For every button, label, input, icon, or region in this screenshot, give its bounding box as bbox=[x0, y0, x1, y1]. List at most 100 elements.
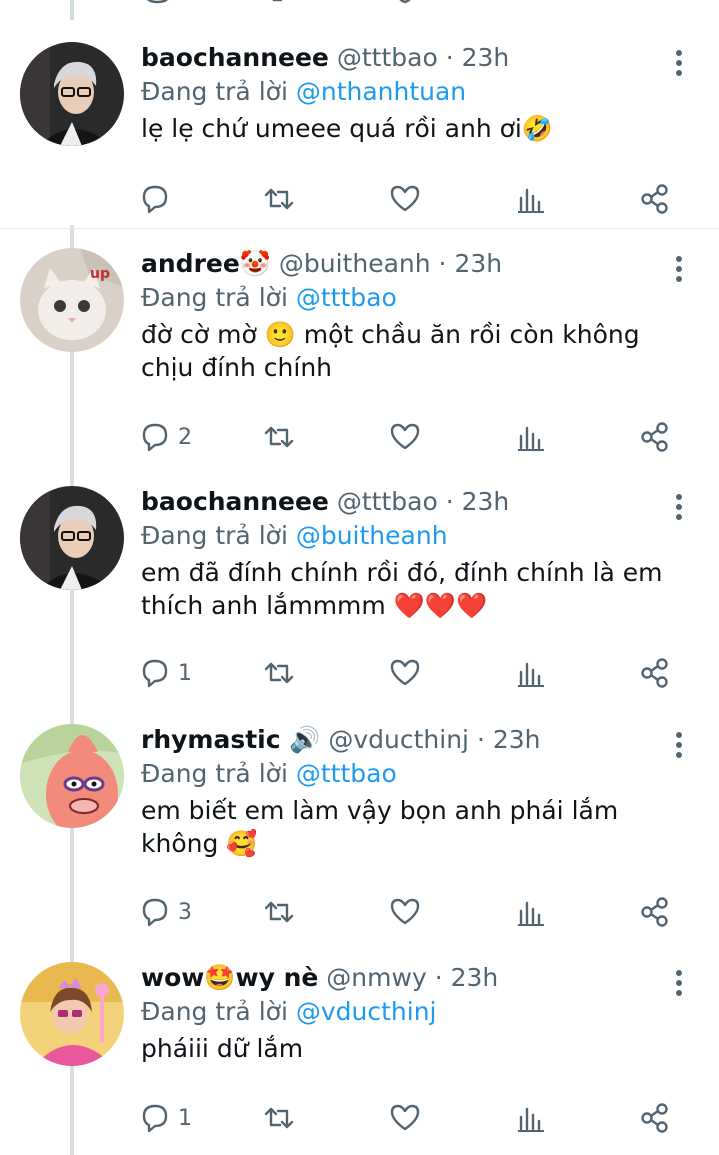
share-button[interactable] bbox=[638, 1098, 672, 1138]
more-icon[interactable] bbox=[667, 48, 691, 78]
views-icon[interactable] bbox=[516, 0, 550, 8]
handle[interactable]: @vducthinj bbox=[328, 725, 469, 754]
timestamp[interactable]: 23h bbox=[451, 963, 499, 992]
tweet-header: rhymastic 🔊 @vducthinj · 23h bbox=[141, 724, 701, 756]
like-button[interactable] bbox=[388, 892, 422, 932]
reply-icon bbox=[142, 423, 168, 452]
tweet[interactable]: wow🤩wy nè @nmwy · 23h Đang trả lời @vduc… bbox=[0, 962, 719, 1152]
replying-prefix: Đang trả lời bbox=[141, 521, 288, 550]
share-button[interactable] bbox=[638, 179, 672, 219]
tweet-text: em đã đính chính rồi đó, đính chính là e… bbox=[141, 558, 671, 620]
views-button[interactable] bbox=[514, 1098, 548, 1138]
separator: · bbox=[434, 963, 443, 992]
heart-icon bbox=[390, 659, 420, 686]
retweet-button[interactable] bbox=[262, 892, 296, 932]
views-button[interactable] bbox=[514, 892, 548, 932]
reply-feed: baochanneee @tttbao · 23h Đang trả lời @… bbox=[0, 0, 719, 1155]
avatar[interactable] bbox=[20, 486, 124, 590]
replying-to: Đang trả lời @tttbao bbox=[141, 756, 701, 792]
avatar[interactable] bbox=[20, 962, 124, 1066]
share-button[interactable] bbox=[638, 653, 672, 693]
replying-to: Đang trả lời @tttbao bbox=[141, 280, 701, 316]
retweet-button[interactable] bbox=[262, 1098, 296, 1138]
timestamp[interactable]: 23h bbox=[462, 487, 510, 516]
share-button[interactable] bbox=[638, 417, 672, 457]
tweet-text: đờ cờ mờ 🙂 một chầu ăn rồi còn không chị… bbox=[141, 320, 648, 382]
like-button[interactable] bbox=[388, 179, 422, 219]
display-name[interactable]: wow🤩wy nè bbox=[141, 963, 318, 992]
separator: · bbox=[445, 43, 454, 72]
views-button[interactable] bbox=[514, 653, 548, 693]
reply-button[interactable]: 2 bbox=[138, 417, 192, 457]
share-icon[interactable] bbox=[640, 0, 674, 8]
display-name[interactable]: baochanneee bbox=[141, 43, 329, 72]
tweet-actions: 1 bbox=[120, 1098, 700, 1138]
more-icon[interactable] bbox=[667, 492, 691, 522]
reply-icon bbox=[142, 898, 168, 927]
reply-count: 2 bbox=[178, 424, 192, 450]
tweet-actions bbox=[120, 179, 700, 219]
retweet-icon[interactable] bbox=[268, 0, 302, 8]
mention-link[interactable]: @vducthinj bbox=[296, 997, 437, 1026]
replying-prefix: Đang trả lời bbox=[141, 77, 288, 106]
avatar-baochanneee bbox=[20, 42, 124, 146]
like-button[interactable] bbox=[388, 653, 422, 693]
more-icon[interactable] bbox=[667, 254, 691, 284]
tweet[interactable]: baochanneee @tttbao · 23h Đang trả lời @… bbox=[0, 42, 719, 228]
reply-button[interactable] bbox=[138, 179, 178, 219]
timestamp[interactable]: 23h bbox=[454, 249, 502, 278]
handle[interactable]: @nmwy bbox=[326, 963, 426, 992]
heart-icon bbox=[390, 185, 420, 212]
reply-button[interactable]: 3 bbox=[138, 892, 192, 932]
like-button[interactable] bbox=[388, 1098, 422, 1138]
display-name[interactable]: rhymastic 🔊 bbox=[141, 725, 320, 754]
previous-tweet-actions bbox=[0, 0, 719, 8]
avatar-rhymastic bbox=[20, 724, 124, 828]
reply-count: 1 bbox=[178, 1105, 192, 1131]
views-icon bbox=[518, 901, 544, 926]
avatar[interactable]: up bbox=[20, 248, 124, 352]
mention-link[interactable]: @tttbao bbox=[296, 759, 397, 788]
reply-icon bbox=[142, 659, 168, 688]
timestamp[interactable]: 23h bbox=[462, 43, 510, 72]
more-icon[interactable] bbox=[667, 730, 691, 760]
retweet-icon bbox=[264, 426, 294, 448]
reply-button[interactable]: 1 bbox=[138, 653, 192, 693]
reply-button[interactable]: 1 bbox=[138, 1098, 192, 1138]
heart-icon bbox=[390, 423, 420, 450]
handle[interactable]: @tttbao bbox=[337, 43, 438, 72]
heart-icon bbox=[390, 898, 420, 925]
tweet[interactable]: rhymastic 🔊 @vducthinj · 23h Đang trả lờ… bbox=[0, 724, 719, 944]
handle[interactable]: @tttbao bbox=[337, 487, 438, 516]
replying-to: Đang trả lời @nthanhtuan bbox=[141, 74, 701, 110]
heart-icon[interactable] bbox=[388, 0, 422, 8]
avatar[interactable] bbox=[20, 724, 124, 828]
views-button[interactable] bbox=[514, 417, 548, 457]
retweet-button[interactable] bbox=[262, 417, 296, 457]
mention-link[interactable]: @nthanhtuan bbox=[296, 77, 466, 106]
avatar-baochanneee bbox=[20, 486, 124, 590]
share-button[interactable] bbox=[638, 892, 672, 932]
handle[interactable]: @buitheanh bbox=[279, 249, 431, 278]
retweet-icon bbox=[264, 662, 294, 684]
retweet-button[interactable] bbox=[262, 179, 296, 219]
display-name[interactable]: baochanneee bbox=[141, 487, 329, 516]
views-button[interactable] bbox=[514, 179, 548, 219]
tweet-header: wow🤩wy nè @nmwy · 23h bbox=[141, 962, 701, 994]
display-name[interactable]: andree🤡 bbox=[141, 249, 271, 278]
replying-prefix: Đang trả lời bbox=[141, 997, 288, 1026]
tweet-actions: 1 bbox=[120, 653, 700, 693]
mention-link[interactable]: @tttbao bbox=[296, 283, 397, 312]
mention-link[interactable]: @buitheanh bbox=[296, 521, 448, 550]
retweet-button[interactable] bbox=[262, 653, 296, 693]
separator: · bbox=[438, 249, 447, 278]
timestamp[interactable]: 23h bbox=[493, 725, 541, 754]
reply-icon[interactable] bbox=[140, 0, 174, 8]
tweet[interactable]: baochanneee @tttbao · 23h Đang trả lời @… bbox=[0, 486, 719, 706]
avatar[interactable] bbox=[20, 42, 124, 146]
tweet-actions: 2 bbox=[120, 417, 700, 457]
like-button[interactable] bbox=[388, 417, 422, 457]
tweet[interactable]: up andree🤡 @buitheanh · 23h Đang trả lời… bbox=[0, 248, 719, 468]
more-icon[interactable] bbox=[667, 968, 691, 998]
share-icon bbox=[641, 184, 668, 214]
